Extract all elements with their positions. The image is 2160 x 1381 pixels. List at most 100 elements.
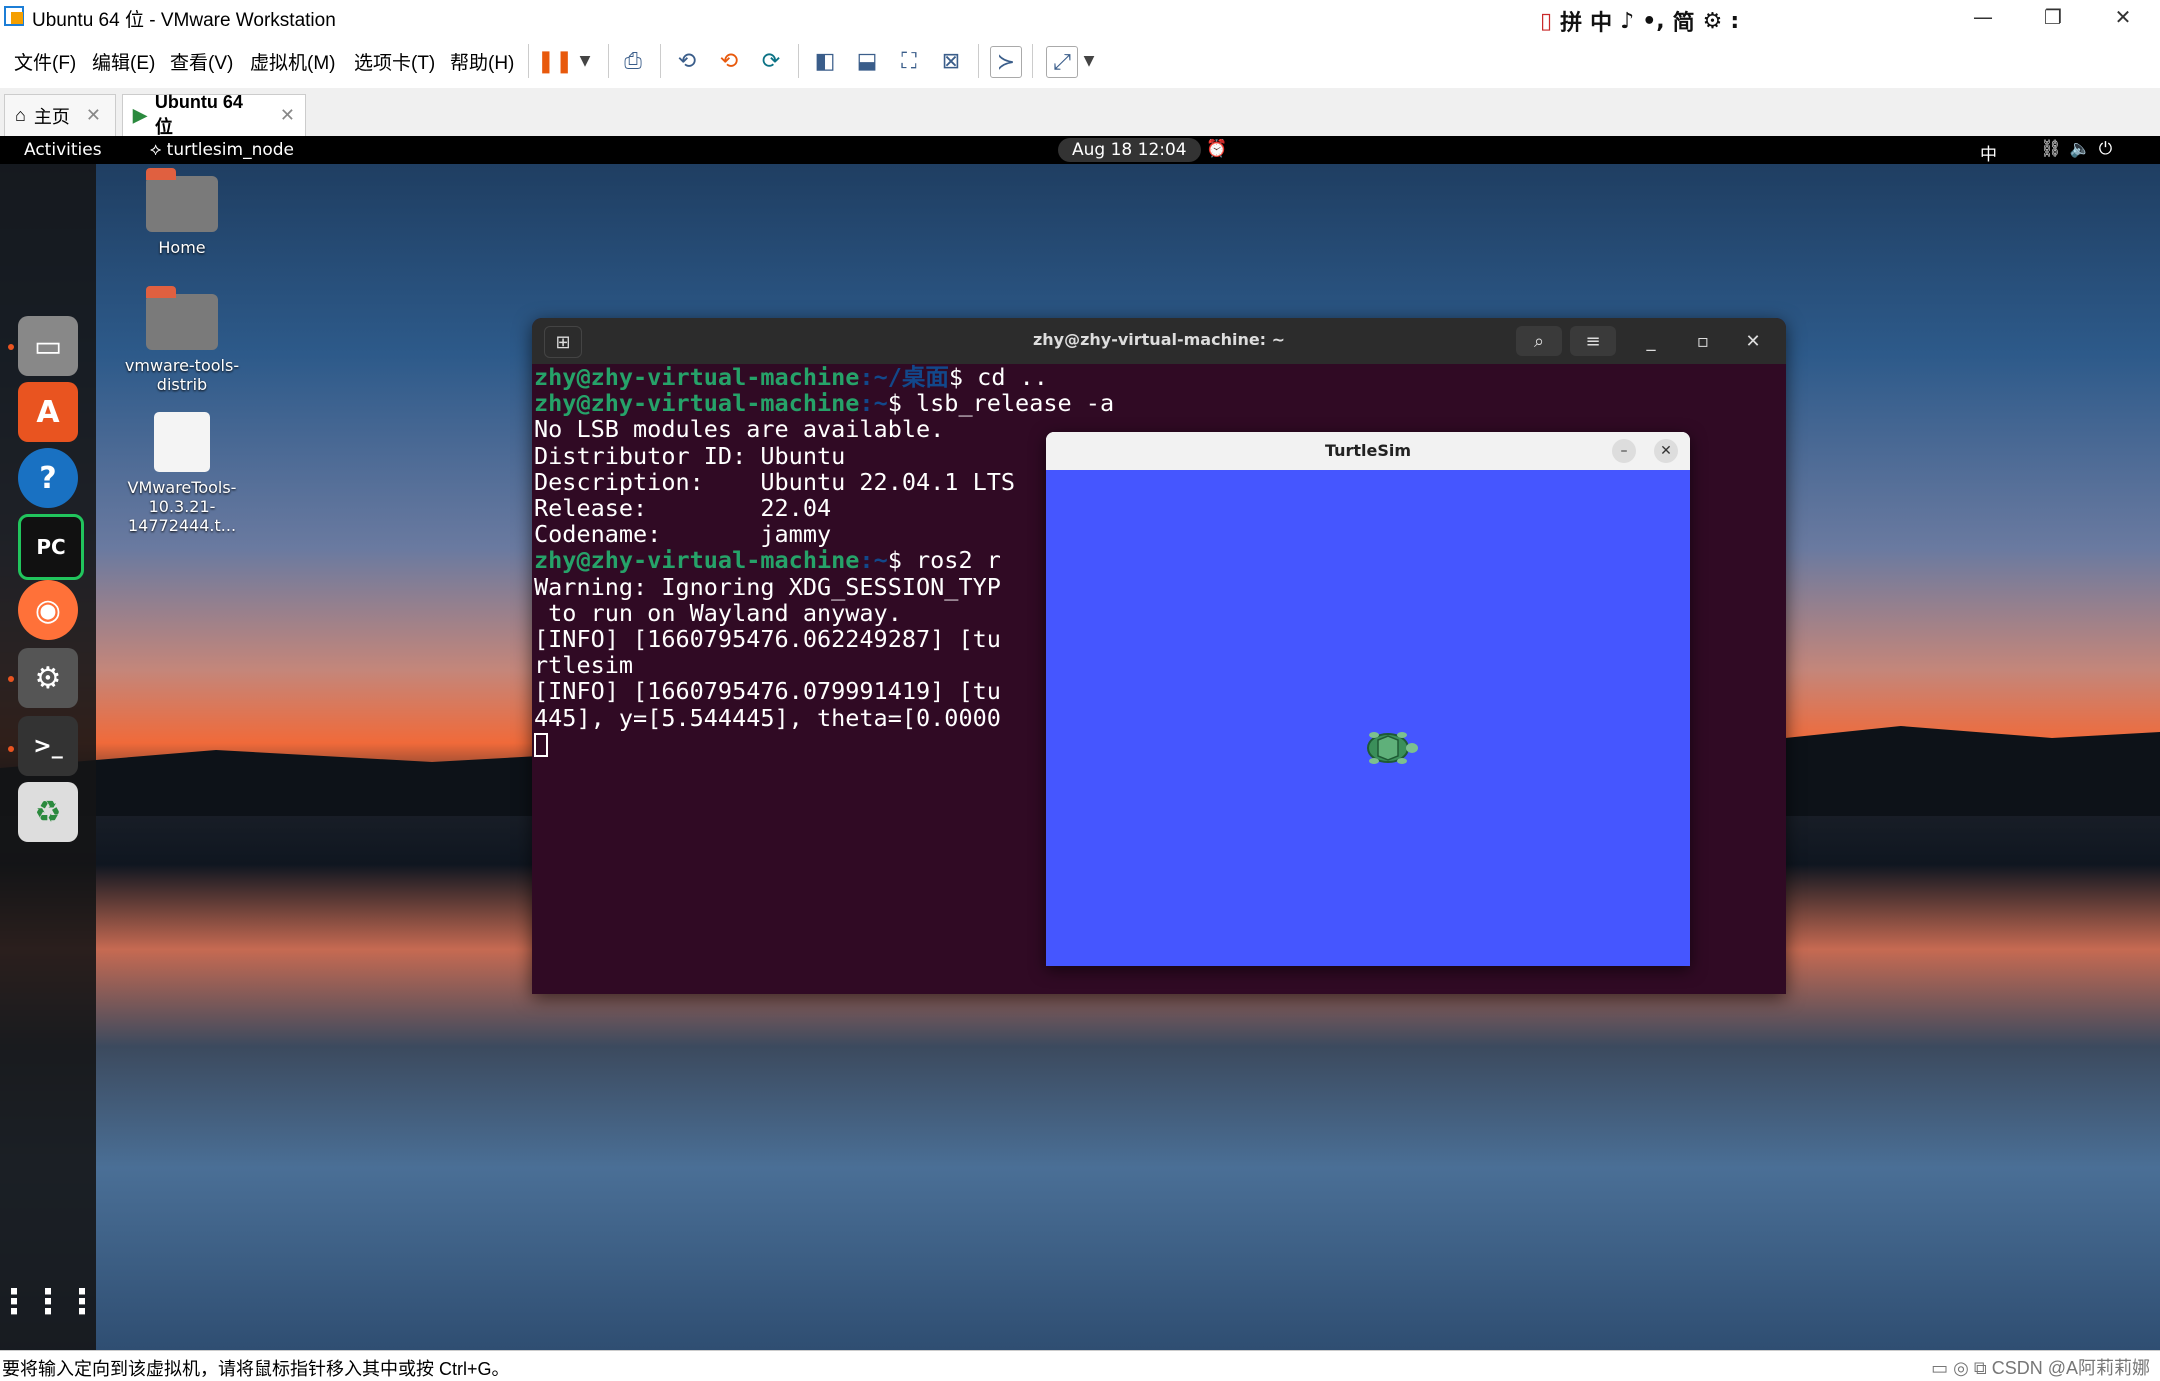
ime-doc-icon[interactable]: ▯ bbox=[1540, 9, 1552, 34]
desktop-icon-home[interactable]: Home bbox=[112, 168, 252, 257]
console-view-icon[interactable]: ≻ bbox=[990, 46, 1022, 78]
close-icon[interactable]: ✕ bbox=[2088, 0, 2158, 34]
device-tray-icons[interactable]: ▭ ◎ ⧉ bbox=[1931, 1358, 1992, 1378]
terminal-icon[interactable]: >_ bbox=[18, 716, 78, 776]
vm-screen[interactable]: Activities ⟡ turtlesim_node Aug 18 12:04… bbox=[0, 136, 2160, 1350]
ime-item[interactable]: : bbox=[1730, 9, 1739, 34]
ime-item[interactable]: ♪ bbox=[1620, 9, 1634, 34]
close-icon[interactable]: ✕ bbox=[1654, 439, 1678, 463]
minimize-icon[interactable]: — bbox=[1948, 0, 2018, 34]
clock[interactable]: Aug 18 12:04 bbox=[1058, 138, 1201, 162]
running-indicator bbox=[8, 344, 14, 350]
trash-icon[interactable]: ♻ bbox=[18, 782, 78, 842]
desktop-icon-vmware-tarball[interactable]: VMwareTools-10.3.21-14772444.t... bbox=[100, 412, 264, 535]
toolbar-divider bbox=[978, 44, 979, 78]
ime-item[interactable]: 拼 bbox=[1560, 5, 1582, 37]
power-icon: ⏻ bbox=[2098, 139, 2121, 159]
running-indicator bbox=[8, 746, 14, 752]
help-icon[interactable]: ? bbox=[18, 448, 78, 508]
window-title: Ubuntu 64 位 - VMware Workstation bbox=[32, 10, 336, 31]
close-icon[interactable]: ✕ bbox=[1738, 326, 1768, 356]
dock: ▭ A ? PC ◉ ⚙ >_ ♻ ⋮⋮⋮ bbox=[0, 164, 99, 1350]
pause-icon[interactable]: ❚❚ bbox=[537, 46, 574, 76]
desktop-icon-label: VMwareTools-10.3.21-14772444.t... bbox=[127, 478, 237, 535]
desktop-icon-label: vmware-tools-distrib bbox=[124, 356, 240, 394]
pycharm-icon[interactable]: PC bbox=[18, 514, 84, 580]
ime-item[interactable]: 中 bbox=[1590, 5, 1612, 37]
snapshot-icon[interactable]: ⟲ bbox=[672, 46, 702, 76]
minimize-icon[interactable]: _ bbox=[1636, 326, 1666, 356]
thumbnail-bar-icon[interactable]: ⬓ bbox=[852, 46, 882, 76]
show-apps-icon[interactable]: ⋮⋮⋮ bbox=[0, 1272, 99, 1332]
system-tray[interactable]: ⛓🔈⏻ bbox=[2040, 139, 2120, 159]
software-icon[interactable]: A bbox=[18, 382, 78, 442]
unity-icon[interactable]: ⊠ bbox=[936, 46, 966, 76]
app-menu[interactable]: ⟡ turtlesim_node bbox=[150, 140, 294, 160]
toolbar-divider bbox=[608, 44, 609, 78]
turtlesim-titlebar: TurtleSim – ✕ bbox=[1046, 432, 1690, 471]
turtle-icon bbox=[1367, 732, 1418, 764]
menu-view[interactable]: 查看(V) bbox=[170, 48, 233, 75]
home-icon: ⌂ bbox=[15, 105, 26, 125]
tab-ubuntu[interactable]: ▶ Ubuntu 64 位 ✕ bbox=[122, 92, 306, 137]
menubar: 文件(F) 编辑(E) 查看(V) 虚拟机(M) 选项卡(T) 帮助(H) ❚❚… bbox=[0, 34, 2160, 89]
volume-icon: 🔈 bbox=[2069, 139, 2099, 159]
close-icon[interactable]: ✕ bbox=[280, 105, 295, 126]
search-icon[interactable]: ⌕ bbox=[1516, 326, 1562, 356]
files-icon[interactable]: ▭ bbox=[18, 316, 78, 376]
tab-home[interactable]: ⌂ 主页 ✕ bbox=[4, 94, 116, 136]
sidebar-toggle-icon[interactable]: ◧ bbox=[810, 46, 840, 76]
turtlesim-title: TurtleSim bbox=[1324, 441, 1412, 460]
status-watermark: ▭ ◎ ⧉ CSDN @A阿莉莉娜 bbox=[1931, 1358, 2150, 1378]
chevron-down-icon[interactable]: ▼ bbox=[570, 46, 600, 76]
terminal-line: zhy@zhy-virtual-machine:~/桌面$ cd .. bbox=[534, 363, 1048, 391]
vmware-statusbar: 要将输入定向到该虚拟机，请将鼠标指针移入其中或按 Ctrl+G。 ▭ ◎ ⧉ C… bbox=[0, 1350, 2160, 1381]
desktop-icon-label: Home bbox=[158, 238, 206, 257]
hamburger-menu-icon[interactable]: ≡ bbox=[1570, 326, 1616, 356]
alarm-icon[interactable]: ⏰ bbox=[1206, 139, 1227, 159]
menu-edit[interactable]: 编辑(E) bbox=[92, 48, 155, 75]
turtlesim-window[interactable]: TurtleSim – ✕ bbox=[1046, 432, 1690, 966]
network-icon: ⛓ bbox=[2040, 139, 2070, 159]
archive-icon bbox=[154, 412, 210, 472]
maximize-icon[interactable]: ▫ bbox=[1688, 326, 1718, 356]
toolbar-divider bbox=[660, 44, 661, 78]
settings-icon[interactable]: ⚙ bbox=[18, 648, 78, 708]
vm-icon: ▶ bbox=[133, 105, 147, 125]
restore-icon[interactable]: ❐ bbox=[2018, 0, 2088, 34]
close-icon[interactable]: ✕ bbox=[86, 105, 101, 126]
menu-file[interactable]: 文件(F) bbox=[14, 48, 76, 75]
menu-tabs[interactable]: 选项卡(T) bbox=[354, 48, 435, 75]
chevron-down-icon[interactable]: ▼ bbox=[1074, 46, 1104, 76]
app-name: turtlesim_node bbox=[166, 140, 294, 160]
terminal-headerbar: ⊞ zhy@zhy-virtual-machine: ~ ⌕ ≡ _ ▫ ✕ bbox=[532, 318, 1786, 364]
send-keys-icon[interactable]: ⎙ bbox=[618, 46, 648, 76]
ime-item[interactable]: •, bbox=[1642, 9, 1664, 34]
toolbar-divider bbox=[528, 44, 529, 78]
tab-bar: ⌂ 主页 ✕ ▶ Ubuntu 64 位 ✕ bbox=[0, 88, 2160, 137]
turtlesim-canvas bbox=[1046, 470, 1690, 966]
minimize-icon[interactable]: – bbox=[1612, 439, 1636, 463]
toolbar-divider bbox=[798, 44, 799, 78]
terminal-cursor bbox=[534, 733, 548, 758]
status-message: 要将输入定向到该虚拟机，请将鼠标指针移入其中或按 Ctrl+G。 bbox=[2, 1359, 510, 1379]
vmware-titlebar: Ubuntu 64 位 - VMware Workstation ▯ 拼 中 ♪… bbox=[0, 0, 2160, 38]
revert-snapshot-icon[interactable]: ⟲ bbox=[714, 46, 744, 76]
menu-vm[interactable]: 虚拟机(M) bbox=[250, 48, 335, 75]
home-folder-icon bbox=[146, 168, 218, 232]
activities-button[interactable]: Activities bbox=[24, 140, 102, 160]
ime-item[interactable]: 简 bbox=[1673, 5, 1695, 37]
snapshot-manager-icon[interactable]: ⟳ bbox=[756, 46, 786, 76]
folder-icon bbox=[146, 286, 218, 350]
gnome-topbar: Activities ⟡ turtlesim_node Aug 18 12:04… bbox=[0, 136, 2160, 165]
tab-label: 主页 bbox=[33, 106, 70, 127]
toolbar-divider bbox=[1032, 44, 1033, 78]
tab-label: Ubuntu 64 位 bbox=[154, 92, 243, 137]
ime-item[interactable]: ⚙ bbox=[1703, 9, 1723, 34]
firefox-icon[interactable]: ◉ bbox=[18, 580, 78, 640]
input-method[interactable]: 中 bbox=[1980, 140, 1997, 165]
fullscreen-icon[interactable]: ⛶ bbox=[894, 46, 924, 76]
menu-help[interactable]: 帮助(H) bbox=[450, 48, 514, 75]
terminal-line: zhy@zhy-virtual-machine:~$ lsb_release -… bbox=[534, 389, 1115, 418]
desktop-icon-vmware-tools[interactable]: vmware-tools-distrib bbox=[112, 286, 252, 394]
